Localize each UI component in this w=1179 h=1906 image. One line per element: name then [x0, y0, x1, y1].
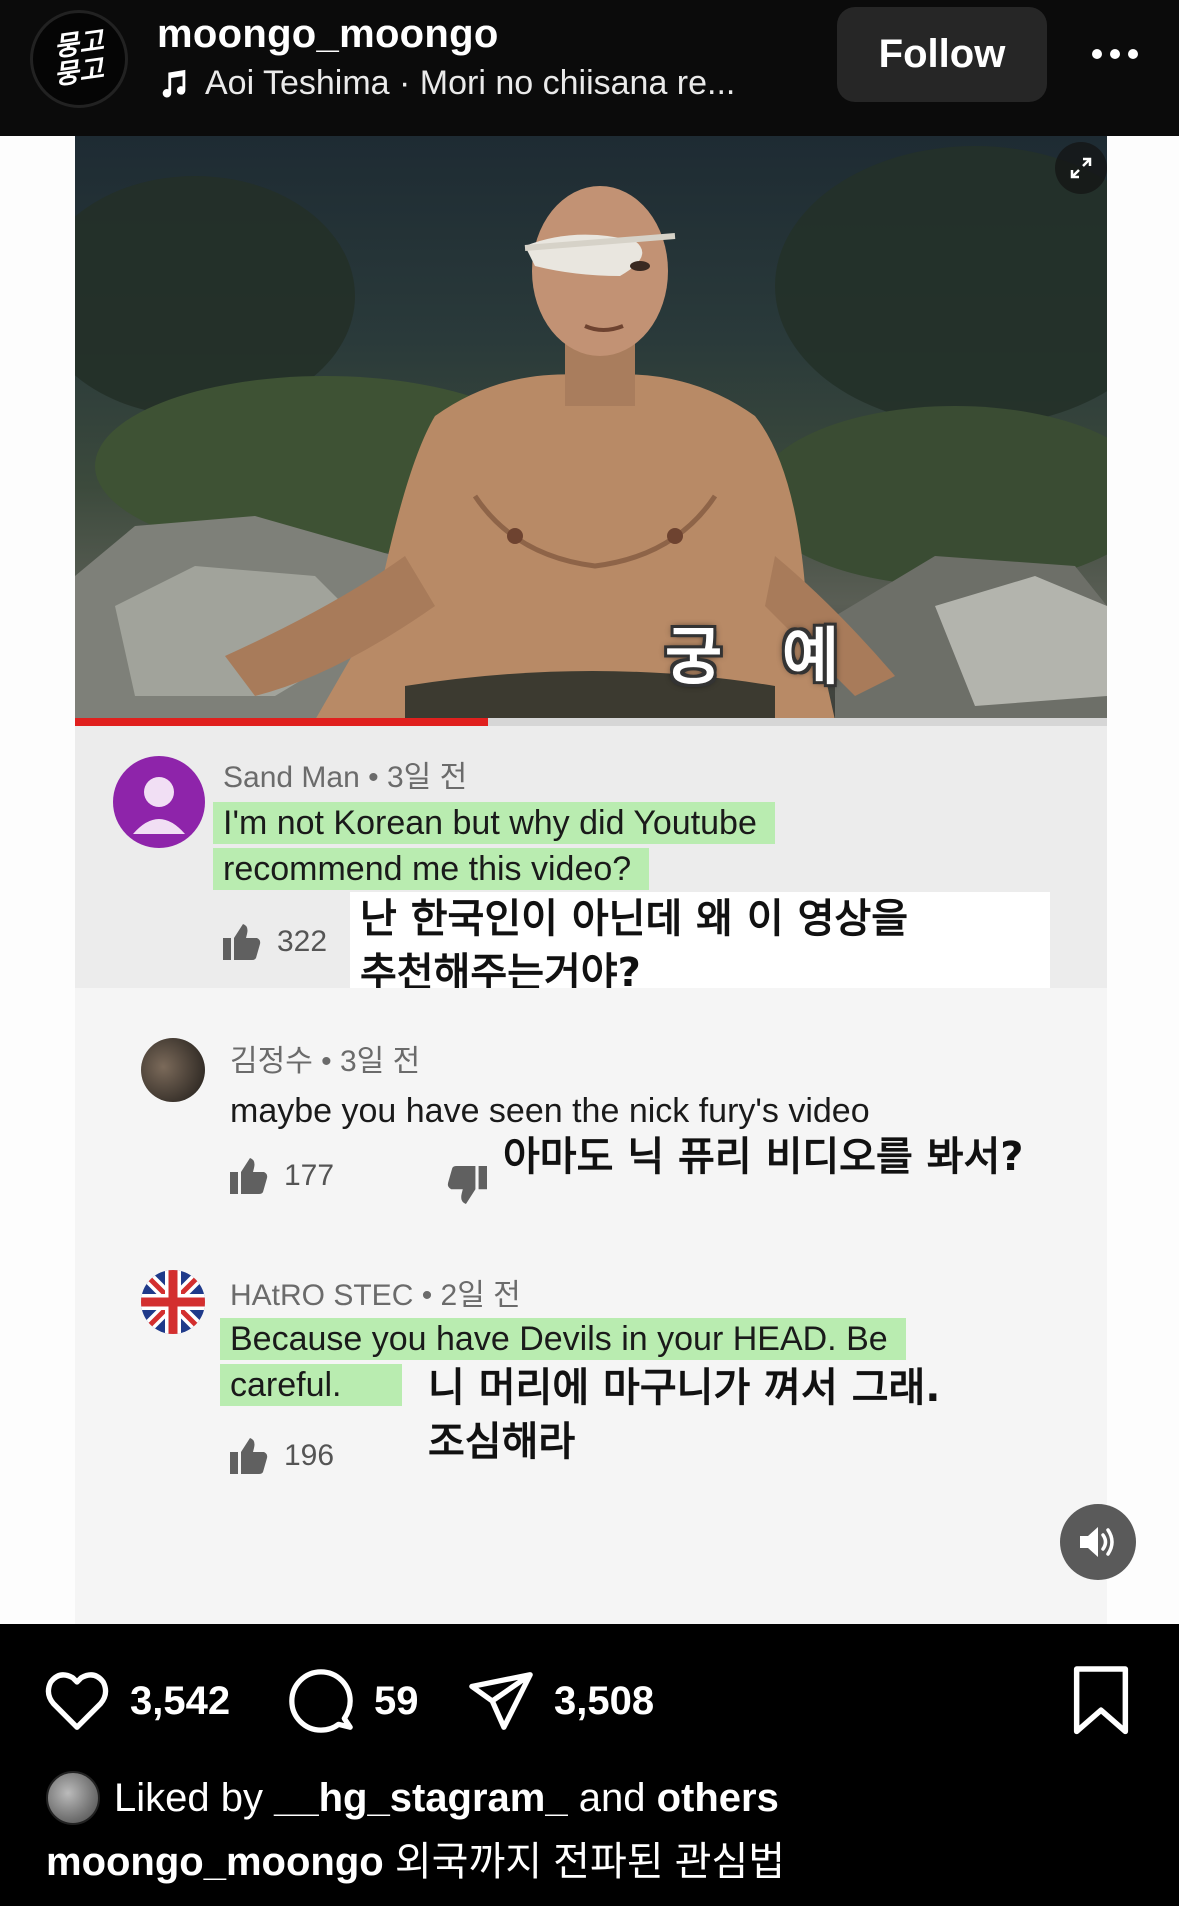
- comment-time: 3일 전: [386, 761, 468, 794]
- comment-likes: 177: [230, 1158, 334, 1194]
- comment-author: HAtRO STEC: [230, 1279, 414, 1312]
- liked-by-prefix: Liked by: [114, 1775, 263, 1820]
- default-avatar-icon: [113, 756, 205, 848]
- uk-flag-icon: [141, 1270, 205, 1334]
- comment-count: 59: [374, 1678, 419, 1723]
- caption-text: 외국까지 전파된 관심법: [394, 1840, 786, 1884]
- expand-arrows-icon: [1070, 157, 1092, 179]
- profile-avatar[interactable]: 뭉고 뭉고: [30, 10, 128, 108]
- comment-meta: Sand Man • 3일 전: [223, 761, 468, 794]
- comment-author: Sand Man: [223, 761, 360, 794]
- heart-icon: [45, 1672, 109, 1730]
- translation-line1: 난 한국인이 아닌데 왜 이 영상을: [360, 896, 909, 942]
- comment-time: 2일 전: [440, 1279, 521, 1312]
- liker-avatar: [46, 1771, 100, 1825]
- translation-line2: 조심해라: [428, 1419, 576, 1465]
- korean-translation: 난 한국인이 아닌데 왜 이 영상을 추천해주는거야?: [350, 892, 1050, 1000]
- liked-by-others[interactable]: others: [657, 1776, 779, 1820]
- music-note-icon: [162, 69, 186, 97]
- comment-meta: 김정수 • 3일 전: [230, 1045, 421, 1078]
- korean-translation: 니 머리에 마구니가 껴서 그래. 조심해라: [420, 1361, 941, 1469]
- liked-by-row[interactable]: Liked by __hg_stagram_ and others: [46, 1771, 779, 1825]
- like-button[interactable]: 3,542: [42, 1666, 230, 1736]
- post-caption: moongo_moongo 외국까지 전파된 관심법: [46, 1829, 785, 1887]
- send-icon: [469, 1672, 533, 1730]
- liked-by-middle: and: [578, 1775, 646, 1820]
- highlighted-comment-line2: careful.: [220, 1364, 402, 1406]
- comment-likes: 196: [230, 1438, 334, 1474]
- thumbs-up-icon: [230, 1438, 268, 1474]
- highlighted-comment-text: I'm not Korean but why did Youtube recom…: [213, 802, 775, 890]
- share-count: 3,508: [554, 1678, 655, 1723]
- comment-meta: HAtRO STEC • 2일 전: [230, 1279, 521, 1312]
- comment-bubble-icon: [289, 1669, 353, 1733]
- sound-toggle-button[interactable]: [1060, 1504, 1136, 1580]
- thumbs-up-icon: [230, 1158, 268, 1194]
- post-header: 뭉고 뭉고 moongo_moongo Aoi Teshima · Mori n…: [0, 0, 1179, 136]
- bookmark-icon[interactable]: [1070, 1666, 1132, 1736]
- monk-illustration: [75, 146, 1107, 720]
- like-count: 177: [284, 1159, 335, 1192]
- speaker-icon: [1080, 1527, 1114, 1557]
- post-username[interactable]: moongo_moongo: [157, 12, 499, 57]
- share-button[interactable]: 3,508: [466, 1666, 654, 1736]
- highlighted-comment-line1: Because you have Devils in your HEAD. Be: [220, 1318, 906, 1360]
- comment-block-highlight: Sand Man • 3일 전 I'm not Korean but why d…: [75, 726, 1107, 1000]
- comment-button[interactable]: 59: [286, 1666, 419, 1736]
- audio-track[interactable]: Aoi Teshima · Mori no chiisana re...: [157, 64, 735, 103]
- like-count: 322: [277, 925, 328, 958]
- video-subtitle: 궁예: [665, 620, 900, 693]
- video-progress-bar: [75, 718, 1107, 726]
- korean-translation: 아마도 닉 퓨리 비디오를 봐서?: [503, 1134, 1024, 1180]
- comment-likes: 322: [223, 924, 327, 960]
- comment-block: 김정수 • 3일 전 maybe you have seen the nick …: [75, 988, 1107, 1624]
- translation-line1: 니 머리에 마구니가 껴서 그래.: [428, 1365, 941, 1411]
- like-count: 196: [284, 1439, 335, 1472]
- comment-author: 김정수: [230, 1045, 313, 1078]
- audio-track-label: Aoi Teshima · Mori no chiisana re...: [205, 64, 736, 102]
- liked-by-user[interactable]: __hg_stagram_: [274, 1776, 567, 1820]
- expand-icon[interactable]: [1055, 142, 1107, 194]
- comment-text: maybe you have seen the nick fury's vide…: [230, 1092, 870, 1130]
- post-media[interactable]: 궁예 Sand Man • 3일 전 I'm not Korean but wh…: [0, 136, 1179, 1624]
- comment-time: 3일 전: [340, 1045, 421, 1078]
- more-options-icon[interactable]: [1085, 34, 1145, 74]
- thumbs-up-icon: [223, 924, 261, 960]
- follow-button[interactable]: Follow: [837, 7, 1047, 102]
- comment-text: I'm not Korean but why did Youtube recom…: [213, 800, 775, 892]
- avatar-text-line2: 뭉고: [52, 53, 106, 92]
- caption-username[interactable]: moongo_moongo: [46, 1840, 384, 1884]
- thumbs-down-icon: [447, 1166, 487, 1204]
- user-avatar: [141, 1038, 205, 1102]
- video-screenshot: 궁예: [75, 136, 1107, 720]
- like-count: 3,542: [130, 1678, 231, 1723]
